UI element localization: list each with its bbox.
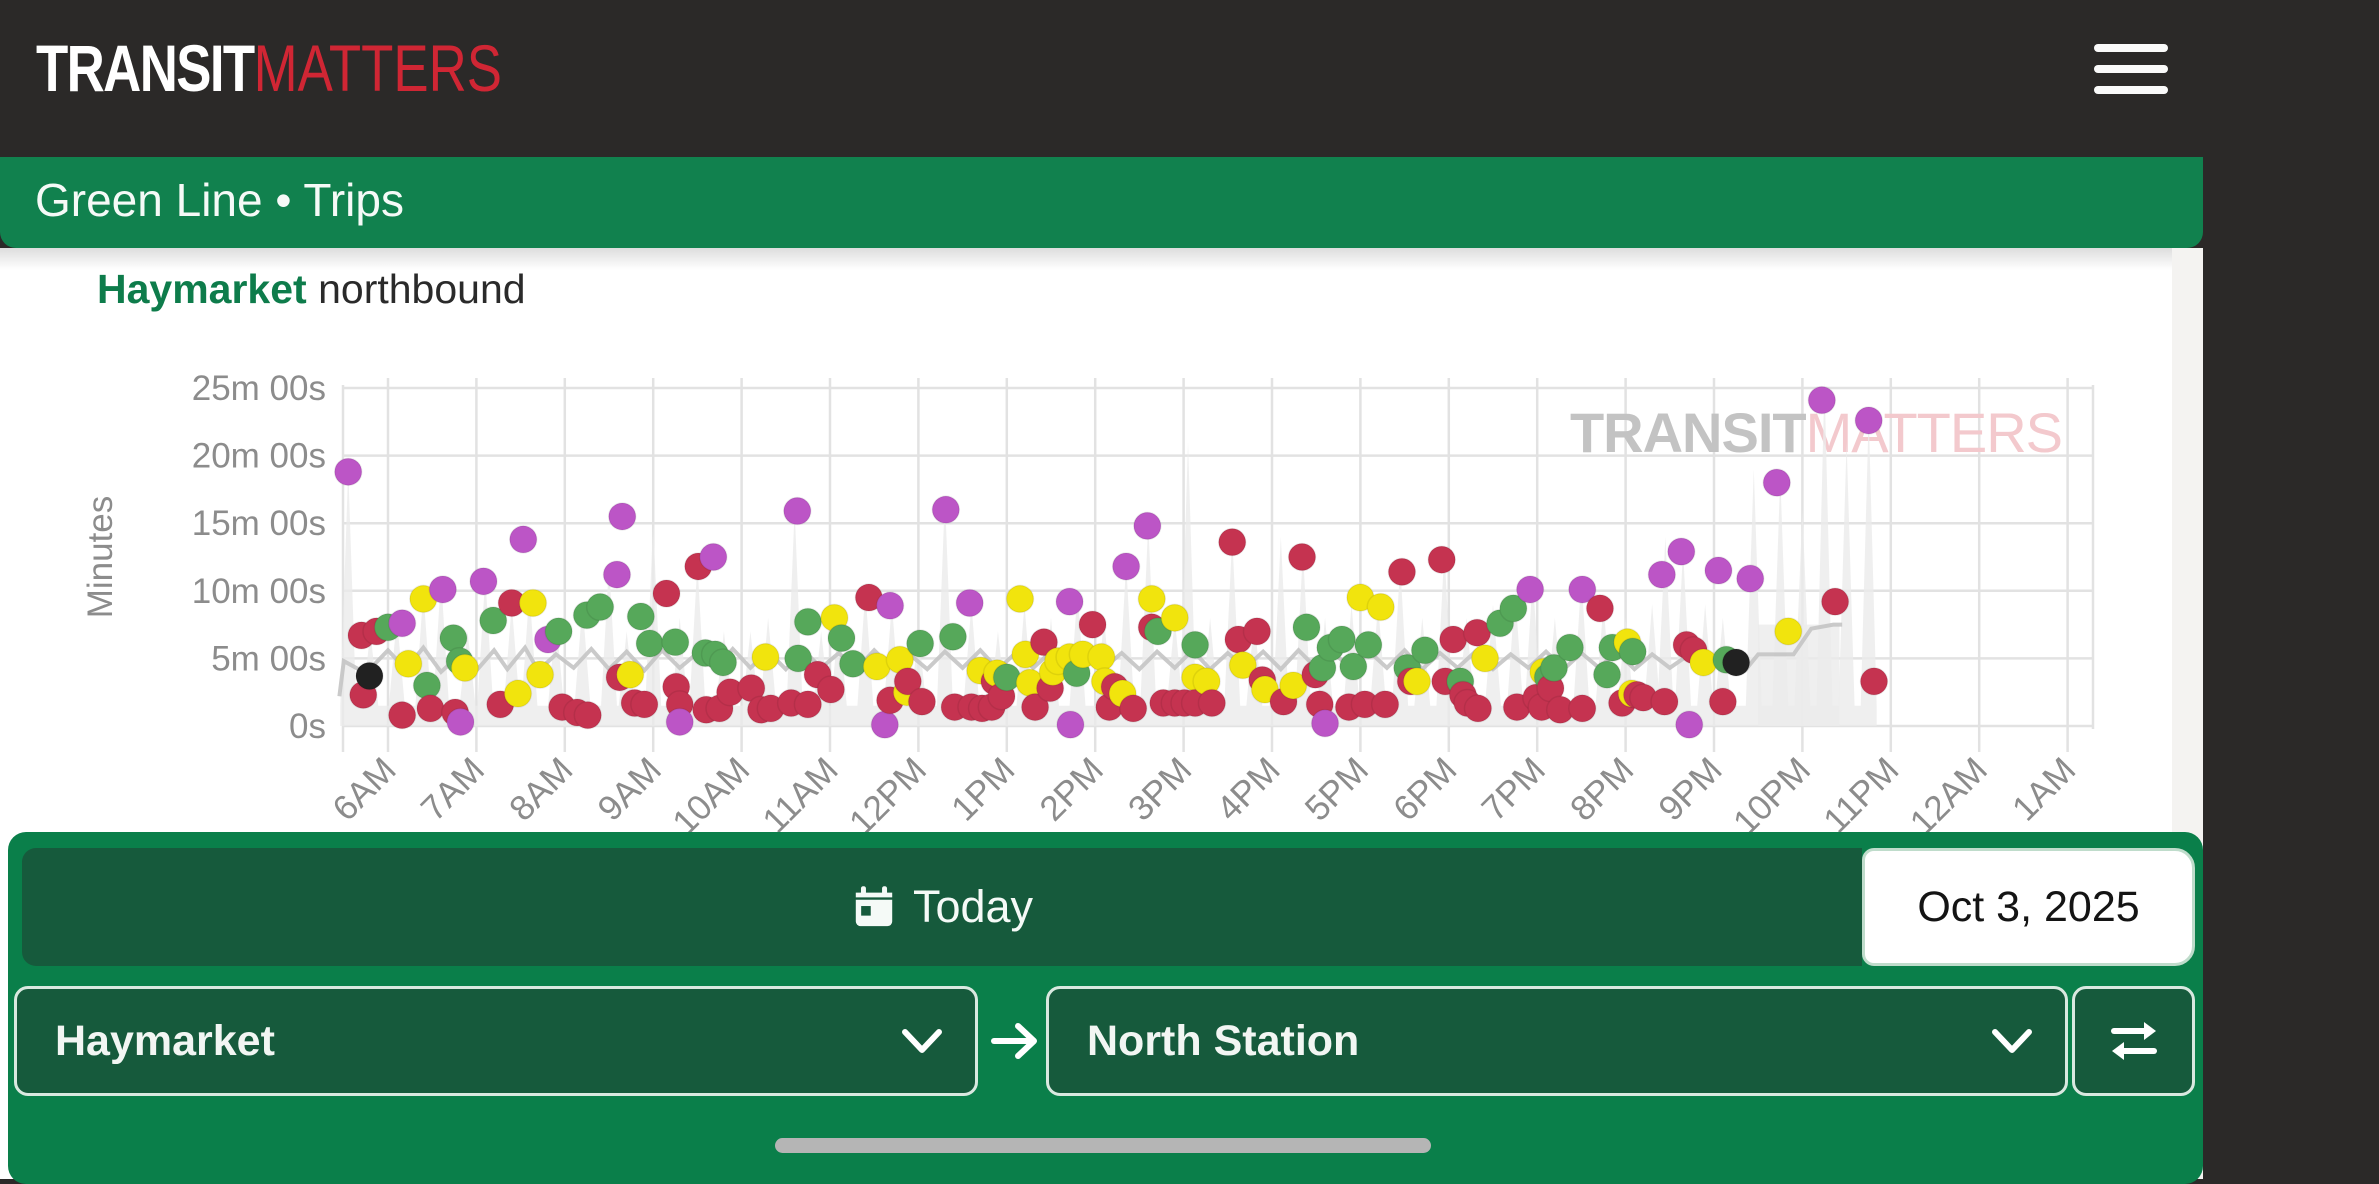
to-station-select[interactable]: North Station [1046, 986, 2068, 1096]
svg-text:5PM: 5PM [1298, 750, 1376, 828]
svg-text:Minutes: Minutes [81, 496, 120, 619]
svg-text:15m 00s: 15m 00s [192, 504, 326, 543]
bottom-sheet: Today Oct 3, 2025 Haymarket North Statio… [8, 832, 2203, 1184]
today-button[interactable]: Today [22, 848, 1862, 966]
chevron-down-icon [899, 1026, 945, 1056]
svg-text:5m 00s: 5m 00s [211, 639, 326, 678]
svg-text:10PM: 10PM [1726, 750, 1818, 832]
svg-text:8PM: 8PM [1563, 750, 1641, 828]
from-station-select[interactable]: Haymarket [14, 986, 978, 1096]
svg-text:1PM: 1PM [944, 750, 1022, 828]
svg-text:20m 00s: 20m 00s [192, 437, 326, 476]
right-arrow-icon [990, 1019, 1042, 1063]
travel-times-chart: TRANSITMATTERS0s5m 00s10m 00s15m 00s20m … [0, 0, 2379, 832]
svg-text:2PM: 2PM [1032, 750, 1110, 828]
svg-text:7AM: 7AM [414, 750, 492, 828]
to-station-value: North Station [1087, 1017, 1989, 1066]
today-label: Today [913, 881, 1033, 933]
svg-text:8AM: 8AM [502, 750, 580, 828]
svg-text:10m 00s: 10m 00s [192, 572, 326, 611]
date-button[interactable]: Oct 3, 2025 [1862, 848, 2195, 966]
swap-stations-button[interactable] [2072, 986, 2195, 1096]
svg-text:9PM: 9PM [1651, 750, 1729, 828]
svg-text:6PM: 6PM [1386, 750, 1464, 828]
svg-text:11PM: 11PM [1816, 750, 1906, 832]
svg-text:3PM: 3PM [1121, 750, 1199, 828]
svg-text:11AM: 11AM [755, 750, 845, 832]
svg-text:12AM: 12AM [1903, 750, 1995, 832]
svg-text:1AM: 1AM [2005, 750, 2083, 828]
svg-text:7PM: 7PM [1474, 750, 1552, 828]
banner-title: Green Line • Trips [35, 173, 404, 227]
swap-arrows-icon [2106, 1017, 2162, 1065]
svg-text:12PM: 12PM [842, 750, 934, 832]
line-banner: Green Line • Trips [0, 157, 2203, 248]
svg-text:6AM: 6AM [325, 750, 403, 828]
chevron-down-icon [1989, 1026, 2035, 1056]
svg-text:10AM: 10AM [665, 750, 757, 832]
direction-arrow [986, 986, 1046, 1096]
sheet-drag-handle[interactable] [775, 1138, 1431, 1153]
svg-text:4PM: 4PM [1209, 750, 1287, 828]
calendar-icon [851, 884, 897, 930]
svg-text:25m 00s: 25m 00s [192, 369, 326, 408]
svg-text:0s: 0s [289, 707, 326, 746]
svg-text:9AM: 9AM [590, 750, 668, 828]
date-value: Oct 3, 2025 [1917, 883, 2139, 932]
from-station-value: Haymarket [55, 1017, 899, 1066]
